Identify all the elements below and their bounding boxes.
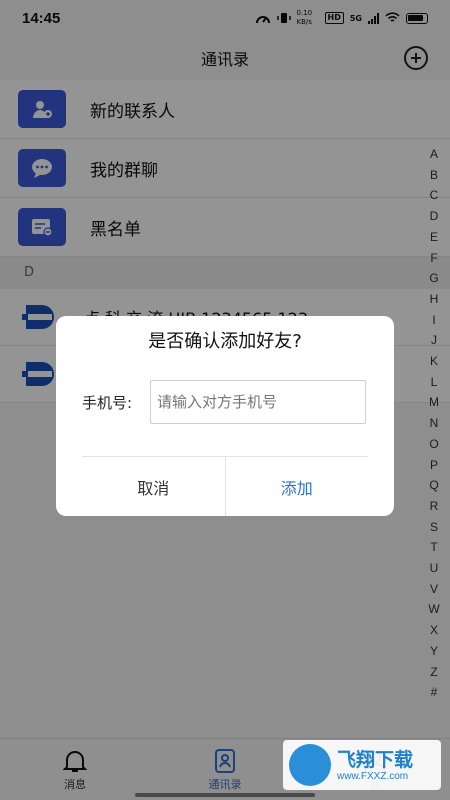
phone-field-row: 手机号: bbox=[82, 380, 366, 424]
phone-input[interactable] bbox=[150, 380, 366, 424]
phone-field-label: 手机号: bbox=[82, 393, 133, 412]
add-button[interactable]: 添加 bbox=[226, 457, 369, 516]
watermark-text: 飞翔下载 bbox=[337, 748, 414, 771]
cancel-button[interactable]: 取消 bbox=[82, 457, 226, 516]
watermark: 飞翔下载 www.FXXZ.com bbox=[283, 740, 441, 790]
add-friend-dialog: 是否确认添加好友? 手机号: 取消 添加 bbox=[56, 316, 394, 516]
watermark-logo bbox=[289, 744, 331, 786]
dialog-title: 是否确认添加好友? bbox=[148, 331, 302, 352]
home-indicator[interactable] bbox=[135, 793, 315, 797]
dialog-actions: 取消 添加 bbox=[82, 456, 368, 516]
watermark-url: www.FXXZ.com bbox=[337, 770, 409, 782]
